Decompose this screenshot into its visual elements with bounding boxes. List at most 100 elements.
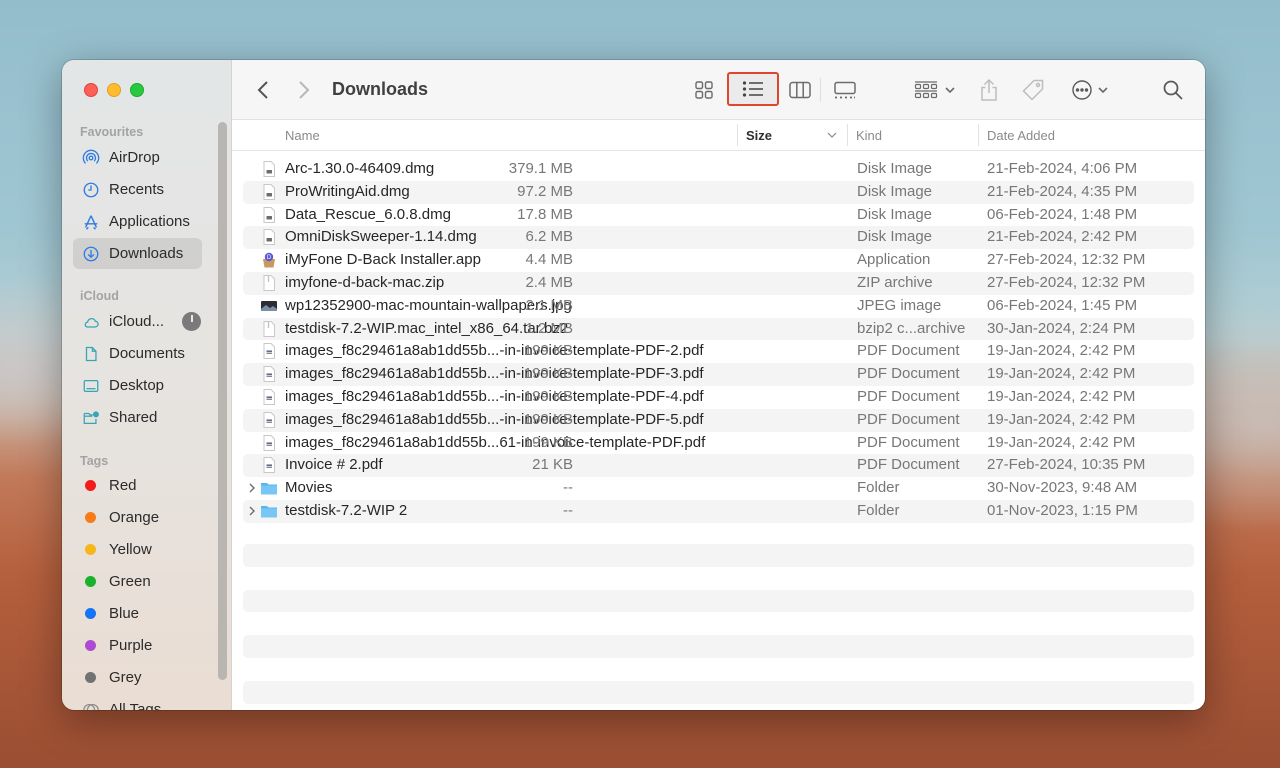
file-name: iMyFone D-Back Installer.app: [285, 251, 481, 269]
dmg-file-icon: [260, 228, 278, 246]
file-name: ProWritingAid.dmg: [285, 182, 410, 200]
file-size: 97.2 MB: [517, 182, 573, 200]
sidebar-item-label: Applications: [109, 213, 190, 230]
tags-button[interactable]: [1020, 74, 1046, 106]
sidebar-item-icloud-drive[interactable]: iCloud...: [73, 306, 202, 337]
file-date-added: 27-Feb-2024, 10:35 PM: [987, 456, 1146, 474]
file-kind: Folder: [857, 479, 900, 497]
tag-color-dot-icon: [85, 640, 96, 651]
search-button[interactable]: [1160, 74, 1186, 106]
list-view-button[interactable]: [727, 72, 779, 106]
file-name: testdisk-7.2-WIP 2: [285, 501, 408, 519]
sidebar-item-applications[interactable]: Applications: [73, 206, 202, 237]
icon-view-button[interactable]: [691, 74, 717, 106]
sidebar-item-airdrop[interactable]: AirDrop: [73, 142, 202, 173]
file-date-added: 19-Jan-2024, 2:42 PM: [987, 342, 1136, 360]
column-divider[interactable]: [737, 124, 738, 146]
maximize-window-button[interactable]: [130, 83, 144, 97]
sidebar-item-label: Red: [109, 477, 137, 494]
file-name: Data_Rescue_6.0.8.dmg: [285, 205, 451, 223]
toolbar: Downloads: [232, 60, 1205, 120]
sidebar-item-documents[interactable]: Documents: [73, 338, 202, 369]
image-file-icon: [260, 297, 278, 315]
forward-button[interactable]: [292, 78, 316, 102]
sidebar-item-label: Documents: [109, 345, 185, 362]
sidebar-tag-yellow[interactable]: Yellow: [73, 534, 202, 565]
file-name: Invoice # 2.pdf: [285, 456, 383, 474]
share-button[interactable]: [977, 74, 1001, 106]
sidebar-item-downloads[interactable]: Downloads: [73, 238, 202, 269]
file-row[interactable]: images_f8c29461a8ab1dd55b...61-in-invoic…: [243, 432, 1194, 455]
sidebar-item-shared[interactable]: Shared: [73, 402, 202, 433]
file-row[interactable]: images_f8c29461a8ab1dd55b...-in-invoice-…: [243, 408, 1194, 432]
minimize-window-button[interactable]: [107, 83, 121, 97]
airdrop-icon: [81, 148, 101, 168]
file-date-added: 19-Jan-2024, 2:42 PM: [987, 365, 1136, 383]
file-kind: PDF Document: [857, 387, 960, 405]
sidebar-tag-blue[interactable]: Blue: [73, 598, 202, 629]
tag-icon: [1022, 79, 1044, 101]
file-kind: PDF Document: [857, 365, 960, 383]
column-divider[interactable]: [978, 124, 979, 146]
column-header-size[interactable]: Size: [746, 128, 772, 143]
sidebar-tag-red[interactable]: Red: [73, 470, 202, 501]
file-row[interactable]: Data_Rescue_6.0.8.dmg 17.8 MB Disk Image 06…: [243, 204, 1194, 227]
column-view-button[interactable]: [787, 74, 813, 106]
pdf-file-icon: [260, 365, 278, 383]
pdf-file-icon: [260, 456, 278, 474]
dmg-file-icon: [260, 206, 278, 224]
column-header-kind[interactable]: Kind: [856, 128, 882, 143]
sidebar-scrollbar[interactable]: [218, 122, 227, 680]
share-icon: [981, 78, 997, 101]
archive-file-icon: [260, 320, 278, 338]
gallery-view-button[interactable]: [830, 74, 860, 106]
sidebar-item-desktop[interactable]: Desktop: [73, 370, 202, 401]
file-row[interactable]: ProWritingAid.dmg 97.2 MB Disk Image 21-Feb…: [243, 180, 1194, 204]
file-row[interactable]: Invoice # 2.pdf 21 KB PDF Document 27-Feb-2…: [243, 454, 1194, 478]
file-row[interactable]: testdisk-7.2-WIP.mac_intel_x86_64.tar.bz…: [243, 317, 1194, 341]
disclosure-chevron-icon[interactable]: [247, 481, 257, 495]
file-size: --: [563, 479, 573, 497]
file-row[interactable]: Arc-1.30.0-46409.dmg 379.1 MB Disk Image 21…: [243, 158, 1194, 181]
file-row[interactable]: testdisk-7.2-WIP 2 -- Folder 01-Nov-2023, 1…: [243, 499, 1194, 523]
disclosure-chevron-icon[interactable]: [247, 504, 257, 518]
column-divider[interactable]: [847, 124, 848, 146]
file-row[interactable]: images_f8c29461a8ab1dd55b...-in-invoice-…: [243, 363, 1194, 386]
file-row[interactable]: OmniDiskSweeper-1.14.dmg 6.2 MB Disk Image…: [243, 226, 1194, 250]
sidebar-tag-orange[interactable]: Orange: [73, 502, 202, 533]
file-row[interactable]: DiMyFone D-Back Installer.app 4.4 MB Appli…: [243, 249, 1194, 272]
empty-row-stripes: [243, 544, 1194, 710]
column-header-date-added[interactable]: Date Added: [987, 128, 1055, 143]
file-size: 199 KB: [523, 365, 573, 383]
file-kind: bzip2 c...archive: [857, 319, 966, 337]
column-header-name[interactable]: Name: [285, 128, 320, 143]
file-name: imyfone-d-back-mac.zip: [285, 273, 445, 291]
sidebar-tag-purple[interactable]: Purple: [73, 630, 202, 661]
sort-descending-icon: [827, 132, 837, 138]
search-icon: [1163, 80, 1183, 100]
sidebar-section-tags: Tags: [80, 454, 109, 468]
file-row[interactable]: imyfone-d-back-mac.zip 2.4 MB ZIP archive 2…: [243, 271, 1194, 295]
sidebar-tag-green[interactable]: Green: [73, 566, 202, 597]
tag-color-dot-icon: [85, 672, 96, 683]
file-size: 199 KB: [523, 410, 573, 428]
sidebar-tag-grey[interactable]: Grey: [73, 662, 202, 693]
file-row[interactable]: wp12352900-mac-mountain-wallpapers.jpg 2.…: [243, 295, 1194, 318]
file-date-added: 27-Feb-2024, 12:32 PM: [987, 251, 1146, 269]
close-window-button[interactable]: [84, 83, 98, 97]
file-row[interactable]: images_f8c29461a8ab1dd55b...-in-invoice-…: [243, 386, 1194, 409]
main-pane: Downloads Name Size Kind Date Added Arc-…: [232, 60, 1205, 710]
sidebar-item-recents[interactable]: Recents: [73, 174, 202, 205]
sidebar-item-all-tags[interactable]: All Tags...: [73, 694, 202, 710]
toolbar-divider: [820, 78, 821, 102]
list-icon: [742, 81, 763, 97]
file-kind: PDF Document: [857, 410, 960, 428]
more-actions-button[interactable]: [1068, 74, 1112, 106]
sidebar-item-label: Desktop: [109, 377, 165, 394]
group-by-button[interactable]: [912, 74, 958, 106]
file-row[interactable]: Movies -- Folder 30-Nov-2023, 9:48 AM: [243, 477, 1194, 500]
back-button[interactable]: [251, 78, 275, 102]
file-name: images_f8c29461a8ab1dd55b...-in-invoice-…: [285, 410, 704, 428]
file-row[interactable]: images_f8c29461a8ab1dd55b...-in-invoice-…: [243, 340, 1194, 363]
file-date-added: 21-Feb-2024, 4:06 PM: [987, 160, 1138, 177]
